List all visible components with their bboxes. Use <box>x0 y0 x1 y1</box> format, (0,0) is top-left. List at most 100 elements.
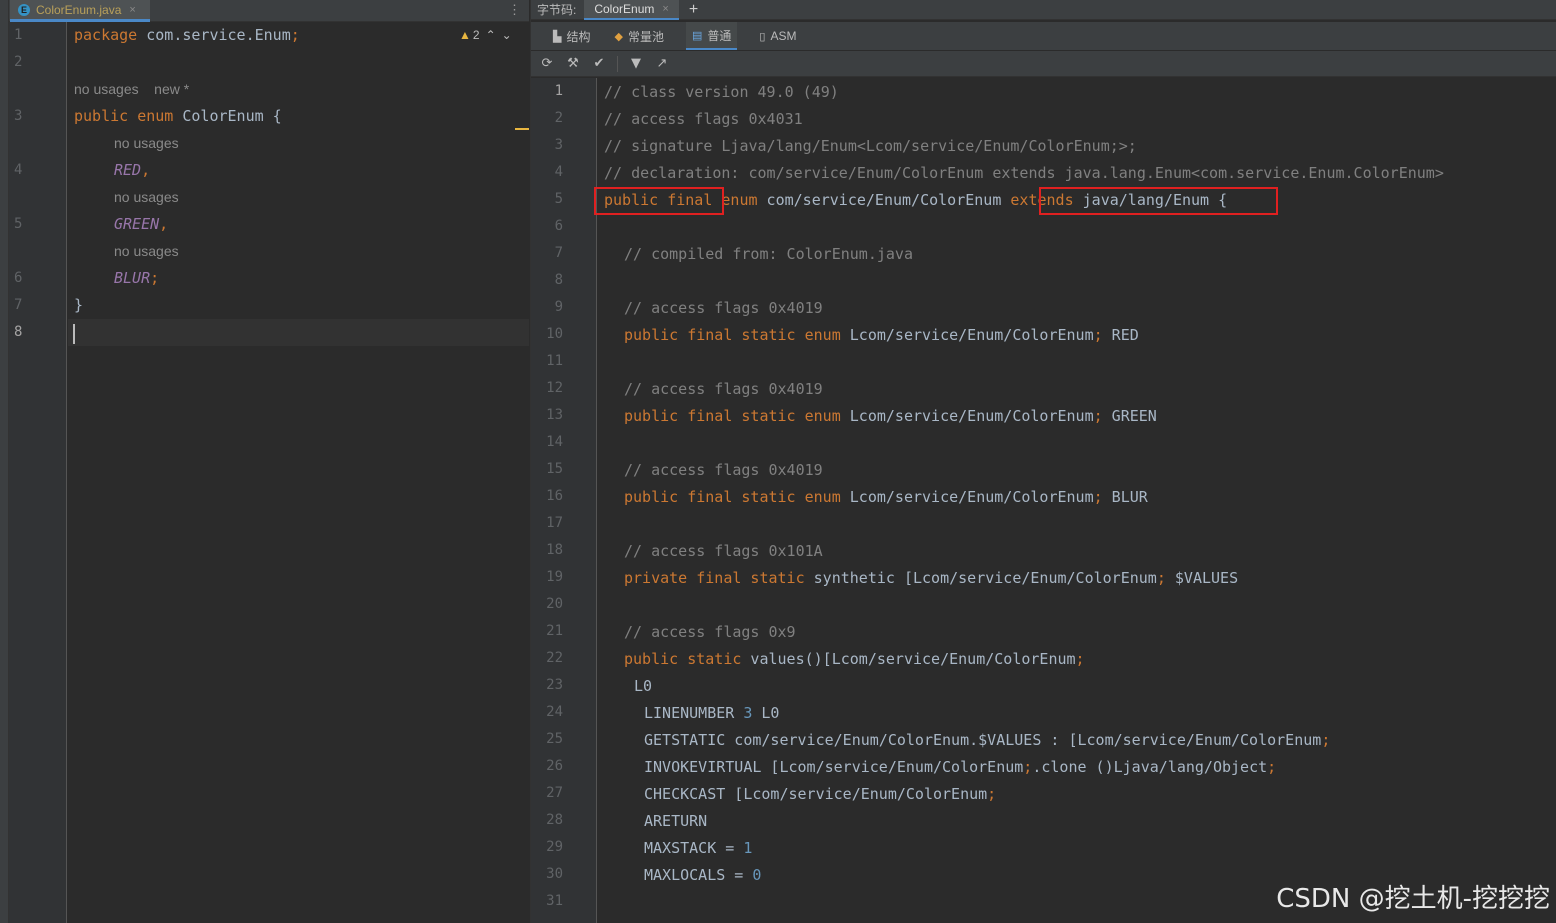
line-number: 3 <box>554 137 563 153</box>
toolbar-divider <box>617 55 618 72</box>
warning-icon: ▲ <box>459 28 471 42</box>
usage-hint[interactable]: no usages <box>114 189 179 205</box>
line-number: 18 <box>546 542 563 558</box>
open-external-icon[interactable]: ↗ <box>654 56 670 71</box>
tab-constant-pool[interactable]: ◆ 常量池 <box>612 22 665 50</box>
line-number: 29 <box>546 839 563 855</box>
file-tab-colorenum[interactable]: E ColorEnum.java × <box>10 0 150 22</box>
source-editor: E ColorEnum.java × ⋮ 1 2 3 4 5 6 7 8 pac… <box>9 0 529 923</box>
bytecode-line-18: // access flags 0x101A <box>624 542 823 560</box>
bytecode-line-12: // access flags 0x4019 <box>624 380 823 398</box>
bytecode-line-gutter: 1 2 3 4 5 6 7 8 9 10 11 12 13 14 15 16 17 18 19 20 21 22 23 24 2… <box>531 78 597 923</box>
line-number: 2 <box>14 54 23 70</box>
line-number: 28 <box>546 812 563 828</box>
line-number: 31 <box>546 893 563 909</box>
code-line-close-brace: } <box>74 296 84 314</box>
left-tool-strip <box>0 0 9 923</box>
text-caret <box>73 324 75 344</box>
line-number: 20 <box>546 596 563 612</box>
tab-structure[interactable]: ▙ 结构 <box>551 22 592 50</box>
line-number: 14 <box>546 434 563 450</box>
line-number: 4 <box>14 162 23 178</box>
refresh-icon[interactable]: ⟳ <box>539 56 555 71</box>
line-number: 12 <box>546 380 563 396</box>
line-number: 8 <box>554 272 563 288</box>
asm-icon: ▯ <box>759 30 766 43</box>
bytecode-tab-colorenum[interactable]: ColorEnum × <box>584 0 679 20</box>
line-number: 6 <box>554 218 563 234</box>
usage-hint[interactable]: no usages <box>114 243 179 259</box>
usage-hint[interactable]: no usages new * <box>74 81 189 97</box>
bytecode-code-area[interactable]: // class version 49.0 (49) // access fla… <box>594 78 1556 923</box>
line-number: 21 <box>546 623 563 639</box>
chevron-down-icon[interactable]: ⌄ <box>502 28 512 42</box>
bytecode-line-19: private final static synthetic [Lcom/ser… <box>624 569 1239 587</box>
line-number: 2 <box>554 110 563 126</box>
code-line-package: package com.service.Enum; <box>74 26 300 44</box>
plain-view-icon: ▤ <box>691 29 703 42</box>
warning-stripe-marker[interactable] <box>515 128 529 130</box>
line-number: 5 <box>14 216 23 232</box>
bytecode-tab-label: ColorEnum <box>594 1 655 16</box>
tab-label: 常量池 <box>627 29 664 44</box>
line-number: 9 <box>554 299 563 315</box>
bytecode-line-3: // signature Ljava/lang/Enum<Lcom/servic… <box>604 137 1137 155</box>
code-line-blur: BLUR; <box>114 269 160 287</box>
editor-tab-bar: E ColorEnum.java × ⋮ <box>9 0 529 22</box>
bytecode-line-16: public final static enum Lcom/service/En… <box>624 488 1148 506</box>
file-tab-label: ColorEnum.java <box>36 2 122 17</box>
line-number: 7 <box>554 245 563 261</box>
bytecode-title-bar: 字节码: ColorEnum × + <box>531 0 1556 20</box>
enum-file-icon: E <box>18 3 30 16</box>
bytecode-line-1: // class version 49.0 (49) <box>604 83 839 101</box>
line-number: 23 <box>546 677 563 693</box>
check-icon[interactable]: ✔ <box>591 56 607 71</box>
code-line-green: GREEN, <box>114 215 169 233</box>
bytecode-title: 字节码: <box>537 3 577 17</box>
bytecode-line-25: GETSTATIC com/service/Enum/ColorEnum.$VA… <box>644 731 1331 749</box>
bytecode-line-23: L0 <box>634 677 653 695</box>
line-number: 5 <box>554 191 563 207</box>
tab-plain[interactable]: ▤ 普通 <box>685 22 738 50</box>
hammer-icon[interactable]: ⚒ <box>565 56 581 71</box>
bytecode-line-2: // access flags 0x4031 <box>604 110 803 128</box>
line-number: 1 <box>554 83 563 99</box>
close-icon[interactable]: × <box>662 3 668 15</box>
bytecode-view-tabs: ▙ 结构 ◆ 常量池 ▤ 普通 ▯ ASM <box>531 22 1556 50</box>
line-number: 15 <box>546 461 563 477</box>
line-number: 30 <box>546 866 563 882</box>
line-number: 19 <box>546 569 563 585</box>
bytecode-line-7: // compiled from: ColorEnum.java <box>624 245 913 263</box>
line-number: 7 <box>14 297 23 313</box>
line-number: 24 <box>546 704 563 720</box>
tab-label: 普通 <box>707 28 732 43</box>
constant-pool-icon: ◆ <box>614 30 623 43</box>
line-number: 10 <box>546 326 563 342</box>
bytecode-line-22: public static values()[Lcom/service/Enum… <box>624 650 1085 668</box>
source-code-area[interactable]: package com.service.Enum; no usages new … <box>68 22 529 923</box>
bytecode-line-10: public final static enum Lcom/service/En… <box>624 326 1139 344</box>
chevron-up-icon[interactable]: ⌃ <box>486 28 496 42</box>
line-number-current: 8 <box>14 324 23 340</box>
bytecode-line-27: CHECKCAST [Lcom/service/Enum/ColorEnum; <box>644 785 997 803</box>
line-number: 25 <box>546 731 563 747</box>
filter-icon[interactable]: ▼ <box>628 56 644 71</box>
warning-count: 2 <box>472 28 480 42</box>
bytecode-line-15: // access flags 0x4019 <box>624 461 823 479</box>
line-number-gutter: 1 2 3 4 5 6 7 8 <box>9 22 67 923</box>
tab-asm[interactable]: ▯ ASM <box>757 22 798 50</box>
bytecode-tool-window: 字节码: ColorEnum × + ▙ 结构 ◆ 常量池 ▤ 普通 ▯ ASM… <box>530 0 1556 923</box>
line-number: 13 <box>546 407 563 423</box>
highlight-box-extends-enum <box>1039 187 1278 215</box>
line-number: 4 <box>554 164 563 180</box>
line-number: 1 <box>14 27 23 43</box>
line-number: 27 <box>546 785 563 801</box>
tab-menu-icon[interactable]: ⋮ <box>508 2 521 18</box>
code-line-red: RED, <box>114 161 151 179</box>
usage-hint[interactable]: no usages <box>114 135 179 151</box>
bytecode-line-4: // declaration: com/service/Enum/ColorEn… <box>604 164 1444 182</box>
inspection-widget[interactable]: ▲ 2 ⌃ ⌄ <box>459 28 512 42</box>
bytecode-line-28: ARETURN <box>644 812 708 830</box>
close-icon[interactable]: × <box>129 4 135 16</box>
add-tab-icon[interactable]: + <box>689 1 698 19</box>
